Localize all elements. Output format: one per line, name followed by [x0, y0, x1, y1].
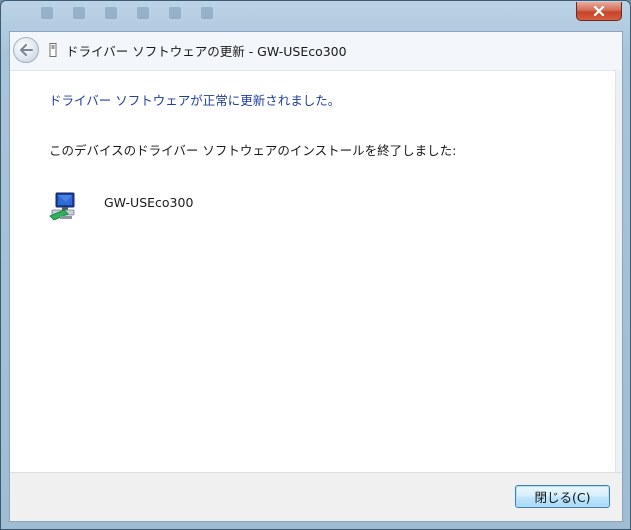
- wizard-content: ドライバー ソフトウェアの更新 - GW-USEco300 ドライバー ソフトウ…: [9, 31, 623, 522]
- success-heading: ドライバー ソフトウェアが正常に更新されました。: [49, 93, 341, 108]
- title-bar[interactable]: [1, 1, 630, 31]
- background-taskbar-icons: [41, 7, 213, 21]
- wizard-footer: 閉じる(C): [10, 472, 622, 521]
- wizard-header: ドライバー ソフトウェアの更新 - GW-USEco300: [10, 32, 622, 71]
- back-button[interactable]: [13, 37, 39, 63]
- completion-description: このデバイスのドライバー ソフトウェアのインストールを終了しました:: [49, 143, 457, 158]
- dialog-window: ドライバー ソフトウェアの更新 - GW-USEco300 ドライバー ソフトウ…: [0, 0, 631, 530]
- close-button[interactable]: 閉じる(C): [515, 485, 610, 508]
- ghost-icon: [169, 7, 181, 19]
- ghost-icon: [105, 7, 117, 19]
- ghost-icon: [201, 7, 213, 19]
- close-icon: [593, 6, 605, 16]
- ghost-icon: [137, 7, 149, 19]
- window-close-button[interactable]: [576, 2, 622, 21]
- ghost-icon: [41, 7, 53, 19]
- content-scrollbar[interactable]: [615, 70, 622, 474]
- device-name: GW-USEco300: [104, 195, 194, 210]
- ghost-icon: [73, 7, 85, 19]
- back-arrow-icon: [20, 44, 33, 56]
- wizard-title: ドライバー ソフトウェアの更新 - GW-USEco300: [66, 44, 347, 59]
- network-adapter-icon: [49, 192, 75, 221]
- usb-device-icon: [49, 43, 57, 57]
